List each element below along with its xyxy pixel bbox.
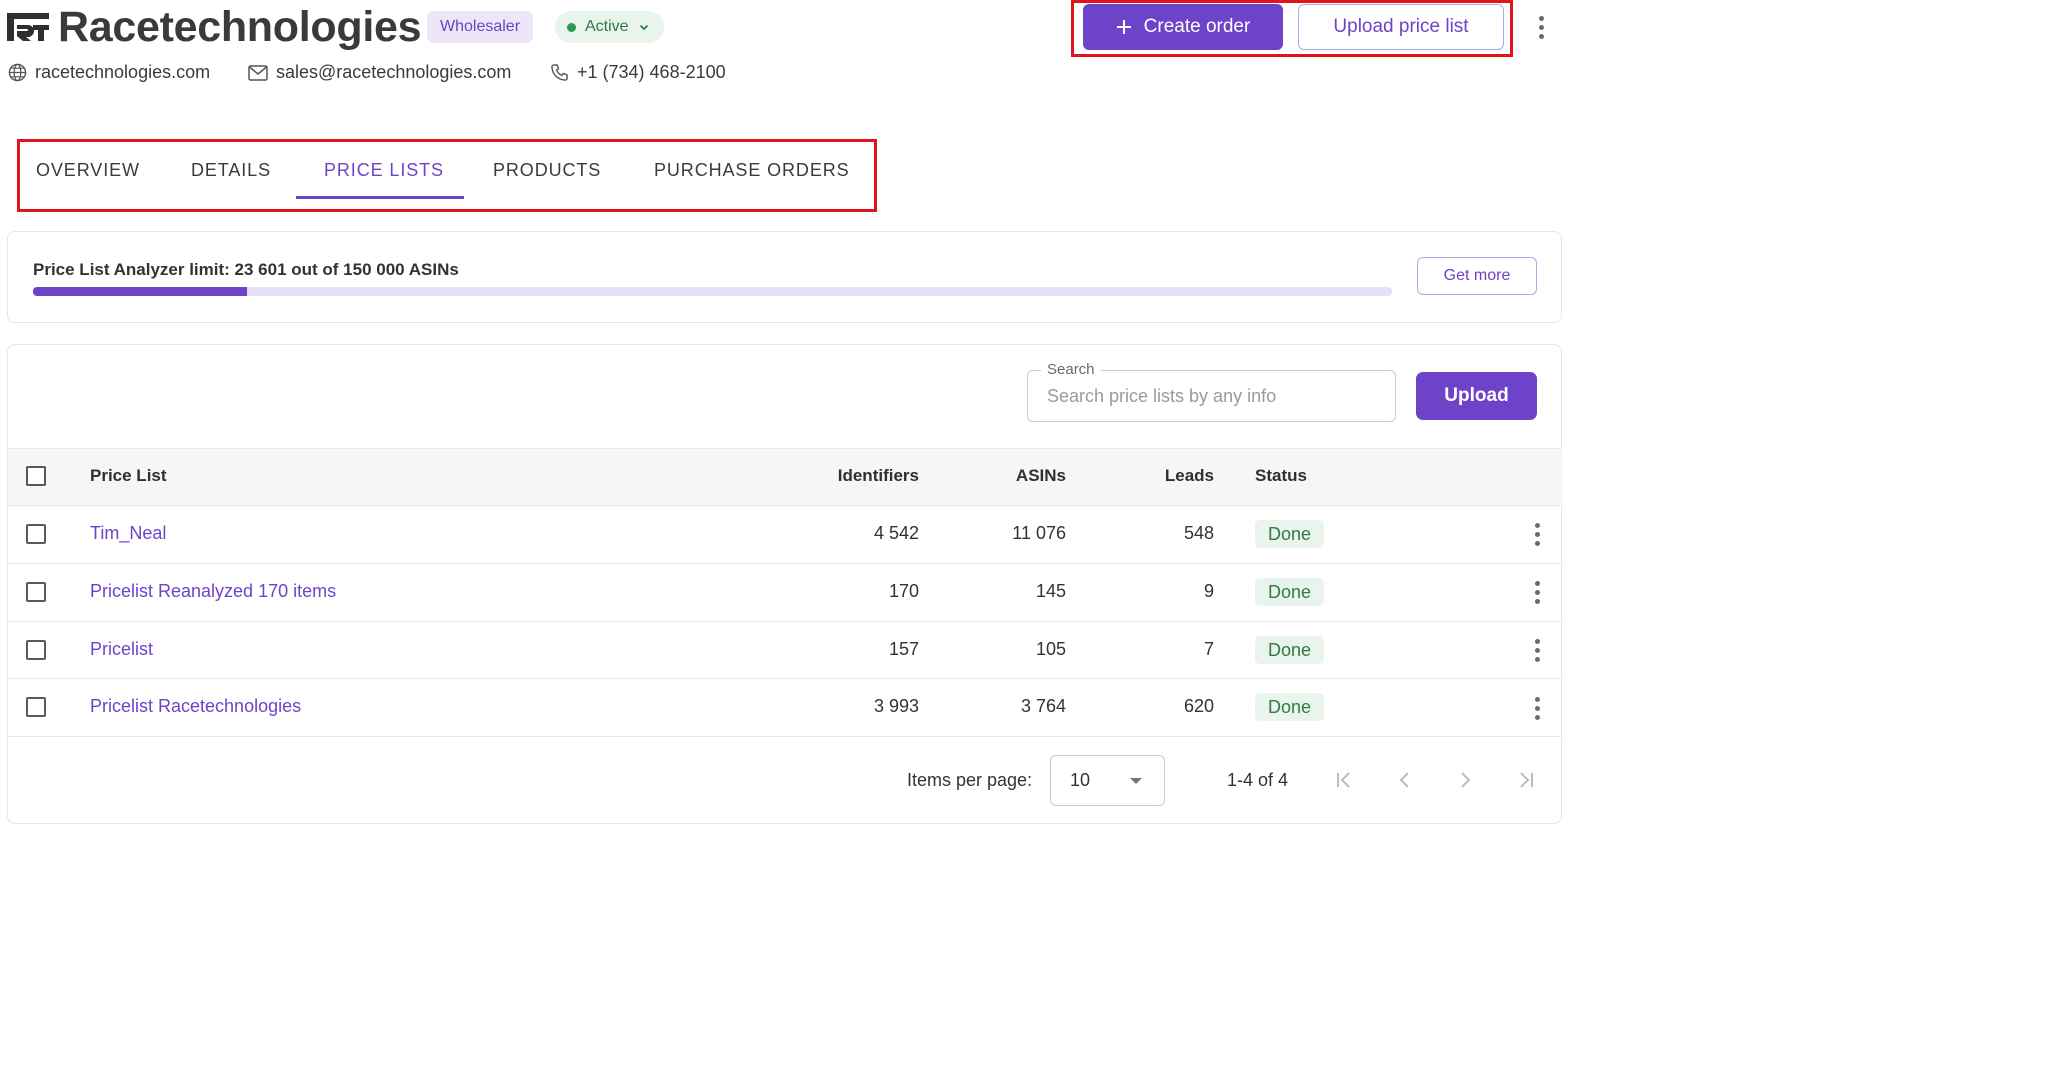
asins-value: 105 (1035, 639, 1066, 659)
items-per-page-select[interactable] (1050, 755, 1165, 806)
first-page-icon[interactable] (1332, 768, 1356, 792)
chevron-down-icon (639, 24, 648, 31)
get-more-button[interactable]: Get more (1417, 257, 1537, 295)
status-badge: Done (1255, 520, 1325, 548)
status-badge: Done (1255, 693, 1325, 721)
phone-number[interactable]: +1 (734) 468-2100 (577, 62, 726, 83)
identifiers-value: 157 (888, 639, 919, 659)
limit-progress-fill (33, 287, 247, 296)
row-checkbox[interactable] (26, 582, 46, 602)
next-page-icon[interactable] (1453, 768, 1477, 792)
price-list-link[interactable]: Pricelist Racetechnologies (90, 696, 301, 717)
leads-value: 548 (1183, 523, 1214, 543)
table-header (8, 448, 1562, 506)
items-per-page-value: 10 (1070, 770, 1091, 790)
row-more-icon[interactable] (1527, 697, 1547, 720)
tab-price-lists[interactable]: PRICE LISTS (324, 140, 444, 200)
tab-products[interactable]: PRODUCTS (493, 140, 601, 200)
leads-value: 620 (1183, 696, 1214, 716)
create-order-button[interactable]: Create order (1083, 4, 1283, 50)
phone-icon (551, 64, 568, 81)
column-header-status[interactable]: Status (1255, 466, 1307, 486)
pagination-range: 1-4 of 4 (1227, 770, 1289, 790)
limit-text: Price List Analyzer limit: 23 601 out of… (33, 260, 459, 279)
price-list-link[interactable]: Tim_Neal (90, 523, 166, 544)
table-row (8, 621, 1562, 679)
tab-details[interactable]: DETAILS (191, 140, 271, 200)
tab-purchase-orders[interactable]: PURCHASE ORDERS (654, 140, 850, 200)
asins-value: 11 076 (1012, 523, 1066, 543)
email-contact[interactable]: sales@racetechnologies.com (248, 62, 511, 83)
globe-icon (8, 63, 27, 82)
column-header-asins[interactable]: ASINs (1016, 466, 1066, 486)
email-link[interactable]: sales@racetechnologies.com (276, 62, 511, 83)
active-tab-indicator (296, 196, 464, 199)
select-all-checkbox[interactable] (26, 466, 46, 486)
status-label: Active (585, 18, 629, 35)
identifiers-value: 3 993 (873, 696, 919, 716)
status-dot (567, 22, 576, 32)
price-list-link[interactable]: Pricelist (90, 639, 153, 660)
row-more-icon[interactable] (1527, 581, 1547, 604)
items-per-page-label: Items per page: (907, 770, 1033, 790)
column-header-identifiers[interactable]: Identifiers (838, 466, 919, 486)
row-more-icon[interactable] (1527, 639, 1547, 662)
website-contact[interactable]: racetechnologies.com (8, 62, 210, 83)
racetechnologies-logo (7, 13, 49, 41)
last-page-icon[interactable] (1514, 768, 1538, 792)
identifiers-value: 170 (888, 581, 919, 601)
search-label: Search (1041, 360, 1101, 380)
mail-icon (248, 64, 268, 81)
price-list-link[interactable]: Pricelist Reanalyzed 170 items (90, 581, 336, 602)
column-header-leads[interactable]: Leads (1165, 466, 1214, 486)
status-dropdown[interactable]: Active (555, 11, 664, 43)
company-name: Racetechnologies (58, 3, 422, 51)
limit-progress-bar (33, 287, 1392, 296)
row-checkbox[interactable] (26, 640, 46, 660)
asins-value: 3 764 (1020, 696, 1066, 716)
asins-value: 145 (1035, 581, 1066, 601)
search-input[interactable] (1047, 383, 1377, 409)
website-link[interactable]: racetechnologies.com (35, 62, 210, 83)
create-order-label: Create order (1143, 16, 1251, 37)
upload-button[interactable]: Upload (1416, 372, 1537, 420)
column-header-price-list[interactable]: Price List (90, 466, 167, 486)
table-row (8, 506, 1562, 564)
phone-contact[interactable]: +1 (734) 468-2100 (550, 62, 726, 83)
status-badge: Done (1255, 636, 1325, 664)
leads-value: 9 (1203, 581, 1214, 601)
row-more-icon[interactable] (1527, 523, 1547, 546)
more-options-icon[interactable] (1531, 16, 1551, 39)
type-badge: Wholesaler (427, 11, 534, 43)
status-badge: Done (1255, 578, 1325, 606)
row-checkbox[interactable] (26, 524, 46, 544)
previous-page-icon[interactable] (1393, 768, 1417, 792)
row-checkbox[interactable] (26, 697, 46, 717)
plus-icon (1116, 20, 1131, 34)
tab-overview[interactable]: OVERVIEW (36, 140, 140, 200)
dropdown-caret-icon (1130, 778, 1142, 784)
leads-value: 7 (1203, 639, 1214, 659)
upload-price-list-button[interactable]: Upload price list (1298, 4, 1504, 50)
identifiers-value: 4 542 (873, 523, 919, 543)
